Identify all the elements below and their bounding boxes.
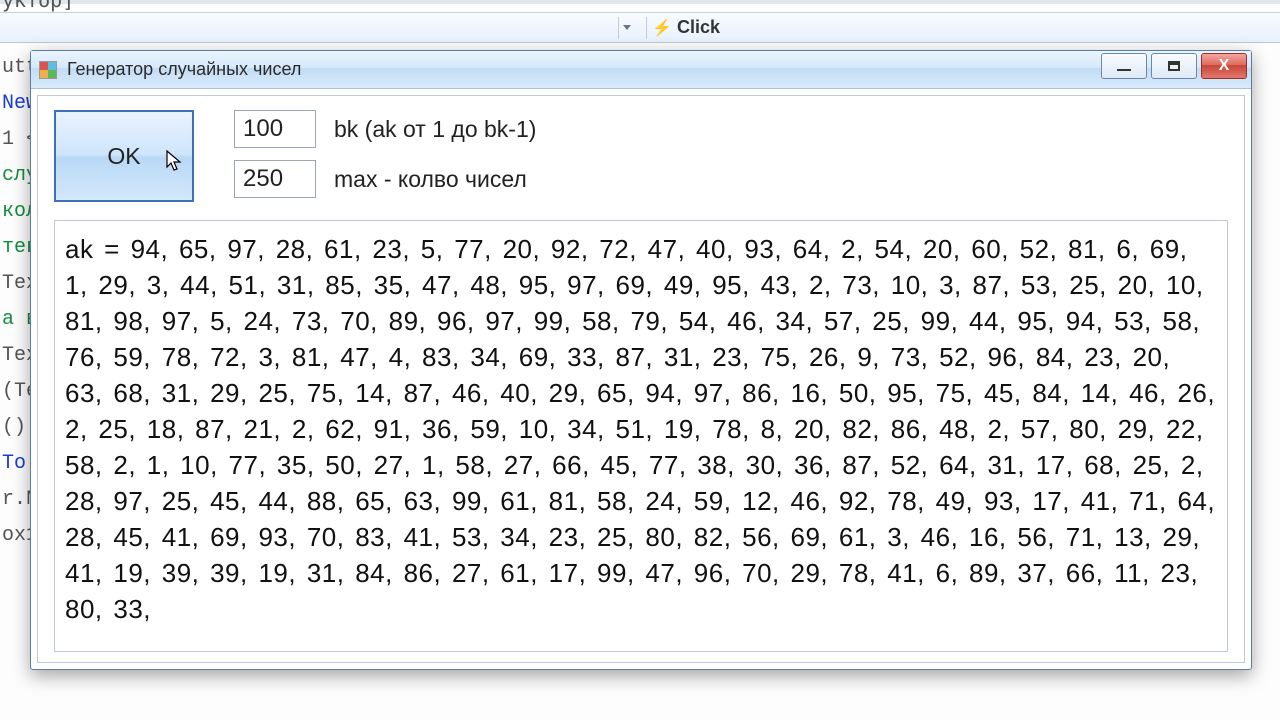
bk-row: bk (ak от 1 до bk-1) bbox=[234, 110, 536, 148]
maximize-icon bbox=[1168, 61, 1180, 71]
dialog-window: Генератор случайных чисел X OK bk bbox=[30, 50, 1252, 670]
ok-button[interactable]: OK bbox=[54, 110, 194, 202]
bk-label: bk (ak от 1 до bk-1) bbox=[334, 116, 536, 143]
minimize-icon bbox=[1117, 69, 1131, 71]
app-icon bbox=[39, 61, 57, 79]
window-control-buttons: X bbox=[1101, 51, 1251, 88]
max-input[interactable] bbox=[234, 160, 316, 198]
cursor-icon bbox=[166, 150, 182, 172]
bk-input[interactable] bbox=[234, 110, 316, 148]
max-label: max - колво чисел bbox=[334, 166, 527, 193]
ide-top-strip bbox=[0, 0, 1280, 4]
ide-toolbar: ⚡ Click bbox=[0, 13, 1280, 43]
window-title: Генератор случайных чисел bbox=[67, 59, 1101, 80]
ok-button-label: OK bbox=[107, 143, 140, 170]
toolbar-dropdown[interactable] bbox=[618, 17, 636, 39]
maximize-button[interactable] bbox=[1151, 53, 1197, 79]
inputs-column: bk (ak от 1 до bk-1) max - колво чисел bbox=[234, 110, 536, 198]
toolbar-event-label[interactable]: Click bbox=[677, 17, 720, 38]
ide-tab-fragment: уктор] bbox=[2, 0, 74, 12]
minimize-button[interactable] bbox=[1101, 53, 1147, 79]
lightning-icon: ⚡ bbox=[653, 19, 671, 37]
output-textbox[interactable]: ak = 94, 65, 97, 28, 61, 23, 5, 77, 20, … bbox=[54, 220, 1228, 652]
ide-background: уктор] ⚡ Click uttNew1 <слуколтекTexа вT… bbox=[0, 0, 1280, 720]
max-row: max - колво чисел bbox=[234, 160, 536, 198]
controls-row: OK bk (ak от 1 до bk-1) max - колво чисе… bbox=[54, 110, 1228, 202]
close-button[interactable]: X bbox=[1201, 53, 1247, 79]
chevron-down-icon bbox=[623, 25, 631, 30]
client-area: OK bk (ak от 1 до bk-1) max - колво чисе… bbox=[37, 95, 1245, 663]
toolbar-separator bbox=[646, 17, 647, 39]
titlebar[interactable]: Генератор случайных чисел X bbox=[31, 51, 1251, 89]
close-icon: X bbox=[1219, 57, 1230, 75]
